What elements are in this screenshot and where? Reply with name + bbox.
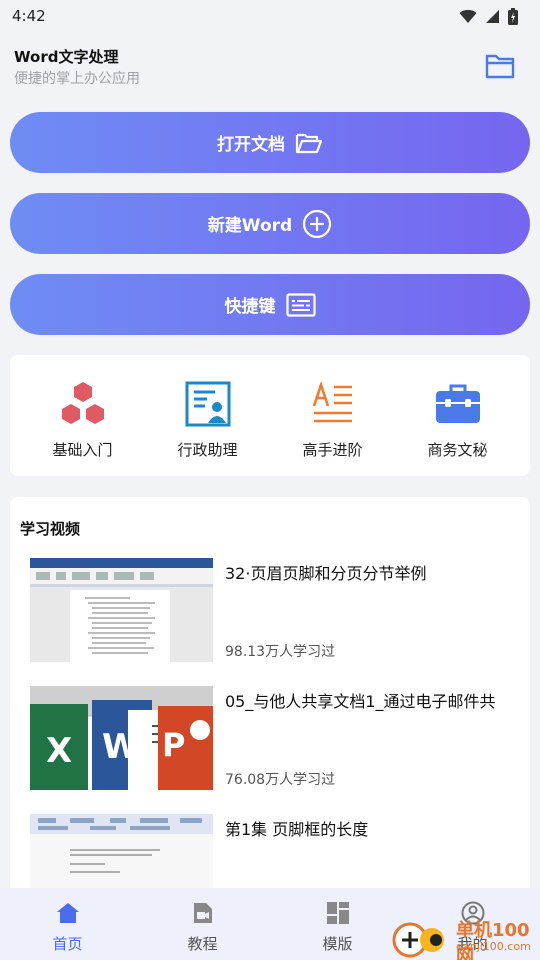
folder-icon	[485, 54, 515, 79]
category-advanced-label: 高手进阶	[302, 441, 363, 459]
category-admin[interactable]: 行政助理	[148, 355, 268, 476]
video-section: 学习视频 32·页眉页脚和分页分节举例 98.13万人学习过 X W P 05_…	[10, 497, 530, 892]
video-item[interactable]: 第1集 页脚框的长度	[30, 814, 520, 892]
status-icons	[459, 7, 518, 25]
app-header: Word文字处理 便捷的掌上办公应用	[0, 38, 540, 94]
category-secretary-label: 商务文秘	[427, 441, 488, 459]
video-icon	[193, 903, 212, 923]
briefcase-icon	[435, 384, 480, 423]
new-word-button[interactable]: 新建Word	[10, 193, 530, 254]
video-view-count: 76.08万人学习过	[225, 772, 336, 788]
signal-icon	[486, 9, 499, 23]
app-subtitle: 便捷的掌上办公应用	[14, 71, 140, 87]
video-thumbnail	[30, 558, 213, 662]
open-document-label: 打开文档	[217, 135, 285, 155]
nav-tutorial[interactable]: 教程	[135, 888, 270, 960]
nav-home-label: 首页	[52, 935, 83, 953]
svg-text:W: W	[102, 727, 140, 767]
folder-open-icon	[295, 133, 323, 153]
watermark: 单机100网 danji100.com	[392, 912, 540, 960]
nav-tutorial-label: 教程	[187, 935, 218, 953]
video-view-count: 98.13万人学习过	[225, 644, 336, 660]
video-thumbnail	[30, 814, 213, 892]
nav-template-label: 模版	[322, 935, 353, 953]
nav-template[interactable]: 模版	[270, 888, 405, 960]
video-item[interactable]: X W P 05_与他人共享文档1_通过电子邮件共 76.08万人学习过	[30, 686, 520, 790]
new-word-label: 新建Word	[207, 216, 293, 236]
watermark-logo-icon	[392, 922, 444, 958]
shortcuts-button[interactable]: 快捷键	[10, 274, 530, 335]
wifi-icon	[459, 9, 477, 23]
folder-button[interactable]	[484, 52, 516, 80]
id-card-icon	[185, 381, 230, 427]
shortcuts-label: 快捷键	[224, 297, 276, 317]
hexagons-icon	[61, 382, 104, 424]
category-secretary[interactable]: 商务文秘	[398, 355, 518, 476]
category-admin-label: 行政助理	[177, 441, 238, 459]
open-document-button[interactable]: 打开文档	[10, 112, 530, 173]
text-align-icon	[312, 382, 352, 423]
battery-icon	[508, 7, 518, 25]
svg-text:X: X	[46, 731, 72, 771]
category-basics-label: 基础入门	[52, 441, 113, 459]
category-advanced[interactable]: 高手进阶	[273, 355, 393, 476]
app-title: Word文字处理	[14, 48, 119, 66]
video-item[interactable]: 32·页眉页脚和分页分节举例 98.13万人学习过	[30, 558, 520, 662]
plus-circle-icon	[303, 209, 332, 238]
video-thumbnail: X W P	[30, 686, 213, 790]
video-title: 第1集 页脚框的长度	[225, 820, 369, 839]
keyboard-icon	[285, 292, 316, 317]
watermark-url: danji100.com	[456, 940, 531, 953]
section-title: 学习视频	[20, 520, 81, 538]
status-time: 4:42	[12, 7, 46, 25]
nav-home[interactable]: 首页	[0, 888, 135, 960]
home-icon	[56, 903, 79, 923]
category-basics[interactable]: 基础入门	[23, 355, 143, 476]
status-bar: 4:42	[0, 0, 540, 32]
category-card: 基础入门 行政助理 高手进阶 商务文秘	[10, 355, 530, 476]
video-title: 05_与他人共享文档1_通过电子邮件共	[225, 692, 496, 711]
svg-text:P: P	[162, 726, 185, 764]
watermark-text: 单机100网	[456, 920, 530, 960]
video-title: 32·页眉页脚和分页分节举例	[225, 564, 427, 583]
template-icon	[326, 902, 349, 924]
